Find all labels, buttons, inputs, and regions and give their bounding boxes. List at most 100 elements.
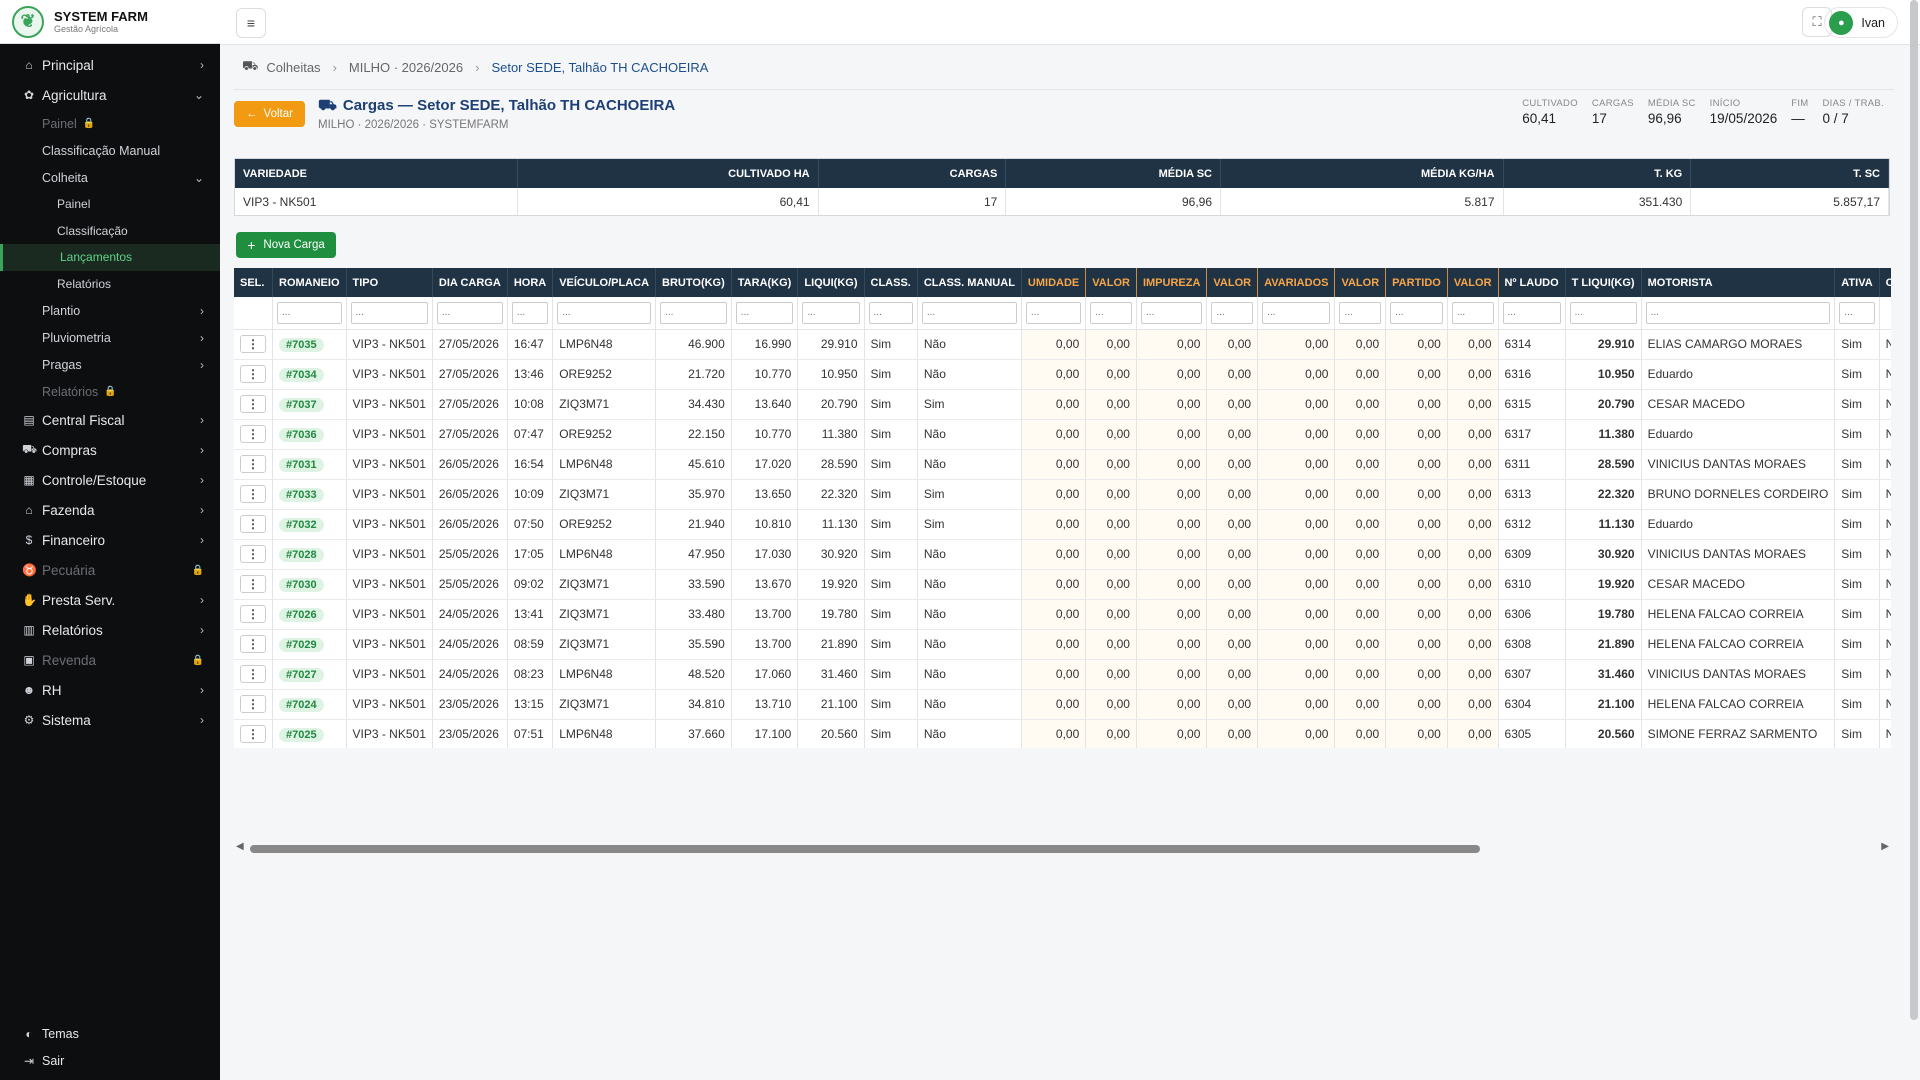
column-filter-input[interactable] (921, 301, 1017, 324)
column-header[interactable]: CLASS. (864, 268, 918, 297)
column-header[interactable]: T LIQUI(KG) (1565, 268, 1642, 297)
row-actions-button[interactable]: ⋮ (240, 635, 266, 653)
column-filter-input[interactable] (1025, 301, 1082, 324)
romaneio-badge[interactable]: #7034 (279, 367, 324, 382)
table-row[interactable]: ⋮ #7026 VIP3 - NK501 24/05/2026 13:41 ZIQ3M71… (234, 599, 1891, 630)
sidebar-item-sistema[interactable]: ⚙ Sistema › (0, 705, 220, 735)
column-header[interactable]: VALOR (1085, 268, 1137, 297)
vertical-scrollbar[interactable] (1910, 0, 1918, 1020)
column-header[interactable]: HORA (507, 268, 554, 297)
summary-header[interactable]: MÉDIA SC (1005, 159, 1221, 188)
summary-header[interactable]: T. SC (1690, 159, 1889, 188)
column-filter-input[interactable] (277, 301, 342, 324)
column-header[interactable]: TARA(KG) (731, 268, 799, 297)
sidebar-item-pragas[interactable]: Pragas › (0, 351, 220, 378)
romaneio-badge[interactable]: #7037 (279, 397, 324, 412)
romaneio-badge[interactable]: #7025 (279, 727, 324, 742)
column-filter-input[interactable] (1211, 301, 1254, 324)
column-header[interactable]: VEÍCULO/PLACA (552, 268, 657, 297)
column-filter-input[interactable] (436, 301, 503, 324)
column-header[interactable]: DIA CARGA (432, 268, 508, 297)
column-filter-input[interactable] (802, 301, 860, 324)
sidebar-item-presta-serv[interactable]: ✋ Presta Serv. › (0, 585, 220, 615)
back-button[interactable]: ← Voltar (234, 101, 305, 127)
sidebar-item-lancamentos[interactable]: Lançamentos (0, 244, 220, 271)
romaneio-badge[interactable]: #7032 (279, 517, 324, 532)
sidebar-item-central-fiscal[interactable]: ▤ Central Fiscal › (0, 405, 220, 435)
sidebar-item-painel[interactable]: Painel 🔒 (0, 110, 220, 137)
column-header[interactable]: ATIVA (1834, 268, 1880, 297)
summary-header[interactable]: T. KG (1503, 159, 1692, 188)
sidebar-item-colheita-painel[interactable]: Painel (0, 191, 220, 218)
sidebar-item-rh[interactable]: ☻ RH › (0, 675, 220, 705)
column-filter-input[interactable] (735, 301, 794, 324)
romaneio-badge[interactable]: #7035 (279, 337, 324, 352)
table-row[interactable]: ⋮ #7024 VIP3 - NK501 23/05/2026 13:15 ZIQ3M71… (234, 689, 1891, 720)
column-header[interactable]: VALOR (1206, 268, 1259, 297)
column-header[interactable]: PARTIDO (1385, 268, 1448, 297)
table-row[interactable]: ⋮ #7030 VIP3 - NK501 25/05/2026 09:02 ZIQ3M71… (234, 569, 1891, 600)
romaneio-badge[interactable]: #7027 (279, 667, 324, 682)
column-header[interactable]: SEL. (234, 268, 273, 297)
row-actions-button[interactable]: ⋮ (240, 485, 266, 503)
new-load-button[interactable]: + Nova Carga (236, 232, 336, 258)
romaneio-badge[interactable]: #7030 (279, 577, 324, 592)
romaneio-badge[interactable]: #7029 (279, 637, 324, 652)
brand-logo[interactable]: ❦ SYSTEM FARM Gestão Agrícola (0, 0, 220, 44)
sidebar-item-principal[interactable]: ⌂ Principal › (0, 50, 220, 80)
user-menu[interactable]: ● Ivan (1824, 7, 1898, 38)
summary-header[interactable]: VARIEDADE (235, 159, 519, 188)
romaneio-badge[interactable]: #7033 (279, 487, 324, 502)
romaneio-badge[interactable]: #7026 (279, 607, 324, 622)
column-header[interactable]: LIQUI(KG) (797, 268, 865, 297)
row-actions-button[interactable]: ⋮ (240, 515, 266, 533)
table-row[interactable]: ⋮ #7031 VIP3 - NK501 26/05/2026 16:54 LMP6N48… (234, 449, 1891, 480)
table-row[interactable]: ⋮ #7033 VIP3 - NK501 26/05/2026 10:09 ZIQ3M71… (234, 479, 1891, 510)
table-row[interactable]: ⋮ #7034 VIP3 - NK501 27/05/2026 13:46 ORE9252… (234, 359, 1891, 390)
table-row[interactable]: ⋮ #7028 VIP3 - NK501 25/05/2026 17:05 LMP6N48… (234, 539, 1891, 570)
column-header[interactable]: IMPUREZA (1136, 268, 1208, 297)
sidebar-item-relatorios[interactable]: ▥ Relatórios › (0, 615, 220, 645)
table-row[interactable]: ⋮ #7029 VIP3 - NK501 24/05/2026 08:59 ZIQ3M71… (234, 629, 1891, 660)
sidebar-item-compras[interactable]: ⛟ Compras › (0, 435, 220, 465)
column-header[interactable]: VALOR (1334, 268, 1387, 297)
sidebar-item-temas[interactable]: ◐ Temas (0, 1020, 220, 1047)
table-row[interactable]: ⋮ #7035 VIP3 - NK501 27/05/2026 16:47 LMP6N48… (234, 329, 1891, 360)
sidebar-item-pluviometria[interactable]: Pluviometria › (0, 324, 220, 351)
scroll-right-icon[interactable]: ▶ (1881, 841, 1889, 852)
romaneio-badge[interactable]: #7024 (279, 697, 324, 712)
column-header[interactable]: Nº LAUDO (1498, 268, 1566, 297)
column-header[interactable]: MOTORISTA (1641, 268, 1836, 297)
column-filter-input[interactable] (1502, 301, 1561, 324)
column-filter-input[interactable] (511, 301, 549, 324)
column-filter-input[interactable] (1339, 301, 1382, 324)
breadcrumb-safra[interactable]: MILHO · 2026/2026 (349, 60, 463, 75)
row-actions-button[interactable]: ⋮ (240, 335, 266, 353)
column-filter-input[interactable] (1262, 301, 1331, 324)
row-actions-button[interactable]: ⋮ (240, 695, 266, 713)
sidebar-item-fazenda[interactable]: ⌂ Fazenda › (0, 495, 220, 525)
column-filter-input[interactable] (1451, 301, 1494, 324)
column-filter-input[interactable] (557, 301, 652, 324)
romaneio-badge[interactable]: #7031 (279, 457, 324, 472)
row-actions-button[interactable]: ⋮ (240, 365, 266, 383)
column-header[interactable]: BRUTO(KG) (655, 268, 732, 297)
sidebar-item-sair[interactable]: ⇥ Sair (0, 1047, 220, 1074)
column-filter-input[interactable] (1390, 301, 1443, 324)
column-header[interactable]: TIPO (346, 268, 433, 297)
summary-header[interactable]: CARGAS (818, 159, 1007, 188)
column-header[interactable]: ROMANEIO (272, 268, 347, 297)
summary-header[interactable]: MÉDIA KG/HA (1220, 159, 1504, 188)
column-filter-input[interactable] (1645, 301, 1831, 324)
row-actions-button[interactable]: ⋮ (240, 575, 266, 593)
row-actions-button[interactable]: ⋮ (240, 455, 266, 473)
column-header[interactable]: AVARIADOS (1257, 268, 1336, 297)
row-actions-button[interactable]: ⋮ (240, 665, 266, 683)
sidebar-item-classificacao-manual[interactable]: Classificação Manual (0, 137, 220, 164)
column-filter-input[interactable] (660, 301, 727, 324)
table-row[interactable]: ⋮ #7025 VIP3 - NK501 23/05/2026 07:51 LMP6N48… (234, 719, 1891, 748)
column-header[interactable]: CLASS. MANUAL (917, 268, 1022, 297)
sidebar-item-controle-estoque[interactable]: ▦ Controle/Estoque › (0, 465, 220, 495)
table-row[interactable]: ⋮ #7037 VIP3 - NK501 27/05/2026 10:08 ZIQ3M71… (234, 389, 1891, 420)
row-actions-button[interactable]: ⋮ (240, 605, 266, 623)
